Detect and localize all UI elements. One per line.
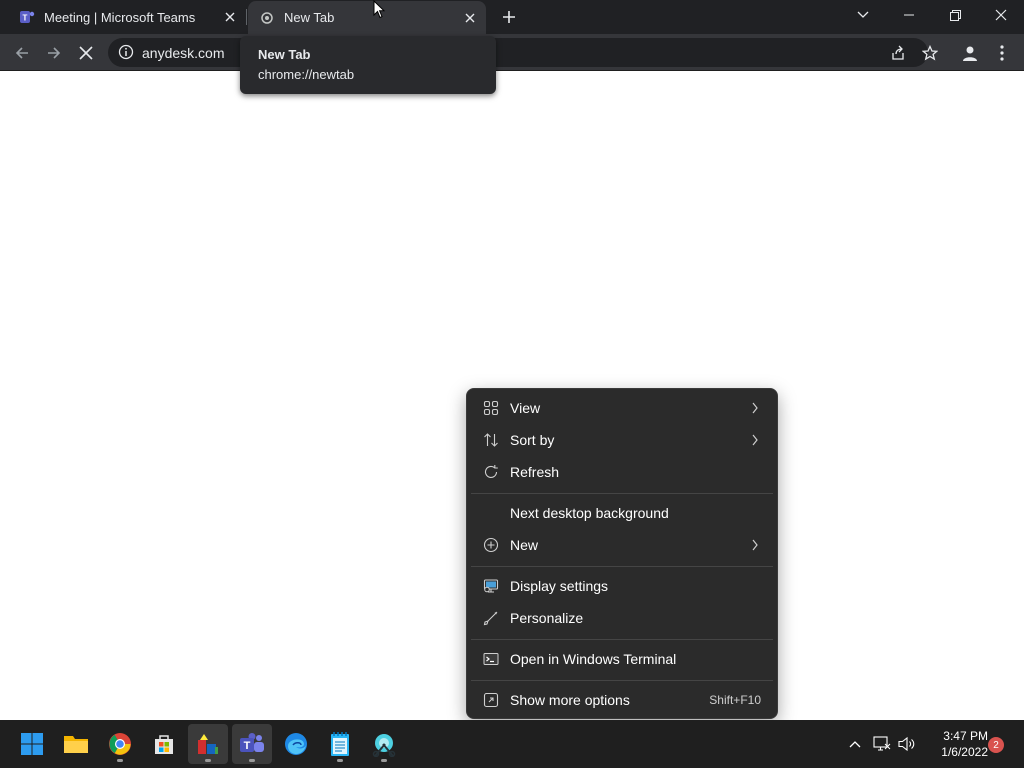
new-icon [482, 536, 500, 554]
menu-item-label: Personalize [510, 610, 584, 626]
notepad-icon [331, 732, 349, 756]
menu-item-label: New [510, 537, 539, 553]
menu-separator [471, 639, 773, 640]
running-indicator [381, 759, 387, 762]
hover-card-title: New Tab [258, 47, 311, 62]
folder-icon [64, 736, 88, 753]
address-bar[interactable]: anydesk.com [108, 38, 928, 67]
menu-item-personalize[interactable]: Personalize [471, 603, 773, 633]
close-tab-icon[interactable] [460, 8, 480, 28]
close-window-button[interactable] [978, 0, 1024, 30]
show-hidden-icons-button[interactable] [843, 732, 867, 756]
network-icon[interactable] [870, 732, 894, 756]
tab-new-tab[interactable]: New Tab [248, 1, 486, 34]
volume-icon[interactable] [895, 732, 919, 756]
address-text: anydesk.com [142, 45, 225, 61]
share-button[interactable] [884, 39, 912, 67]
menu-item-label: Sort by [510, 432, 555, 448]
menu-item-next-desktop-background[interactable]: Next desktop background [471, 498, 773, 528]
minimize-button[interactable] [886, 0, 932, 30]
menu-separator [471, 680, 773, 681]
menu-item-label: Next desktop background [510, 505, 669, 521]
refresh-icon [482, 463, 500, 481]
chrome-logo-icon [109, 733, 131, 755]
menu-item-open-windows-terminal[interactable]: Open in Windows Terminal [471, 644, 773, 674]
mouse-cursor-icon [373, 0, 386, 24]
brush-icon [482, 609, 500, 627]
tab-strip: T Meeting | Microsoft Teams New Tab [0, 0, 1024, 34]
tab-title: Meeting | Microsoft Teams [44, 9, 196, 25]
clock-time: 3:47 PM [943, 729, 988, 743]
snipping-tool-icon [372, 734, 396, 757]
menu-item-view[interactable]: View [471, 393, 773, 423]
tab-teams-meeting[interactable]: T Meeting | Microsoft Teams [8, 0, 246, 34]
close-tab-icon[interactable] [220, 7, 240, 27]
grid-icon [482, 399, 500, 417]
menu-item-refresh[interactable]: Refresh [471, 457, 773, 487]
running-indicator [205, 759, 211, 762]
running-indicator [249, 759, 255, 762]
start-button[interactable] [12, 724, 52, 764]
app-5-icon [198, 734, 218, 754]
edge-taskbar-button[interactable] [276, 724, 316, 764]
menu-item-display-settings[interactable]: Display settings [471, 571, 773, 601]
edge-logo-icon [285, 733, 307, 755]
new-tab-button[interactable] [497, 5, 521, 29]
menu-item-label: Open in Windows Terminal [510, 651, 677, 667]
taskbar-app-5-button[interactable] [188, 724, 228, 764]
more-options-icon [482, 691, 500, 709]
menu-item-label: Show more options [510, 692, 630, 708]
menu-item-label: Refresh [510, 464, 560, 480]
keyboard-shortcut: Shift+F10 [709, 693, 761, 707]
menu-kebab-button[interactable] [988, 39, 1016, 67]
clock-date: 1/6/2022 [941, 745, 988, 759]
teams-taskbar-button[interactable]: T [232, 724, 272, 764]
running-indicator [117, 759, 123, 762]
file-explorer-button[interactable] [56, 724, 96, 764]
chevron-right-icon [751, 433, 759, 450]
menu-separator [471, 566, 773, 567]
menu-item-sort-by[interactable]: Sort by [471, 425, 773, 455]
teams-logo-icon: T [240, 733, 264, 752]
chevron-right-icon [751, 538, 759, 555]
svg-text:T: T [23, 14, 28, 23]
menu-item-label: Display settings [510, 578, 609, 594]
profile-button[interactable] [956, 39, 984, 67]
menu-item-label: View [510, 400, 541, 416]
tab-divider [246, 9, 247, 25]
notepad-taskbar-button[interactable] [320, 724, 360, 764]
snip-taskbar-button[interactable] [364, 724, 404, 764]
microsoft-store-button[interactable] [144, 724, 184, 764]
display-icon [482, 577, 500, 595]
clock[interactable]: 3:47 PM 1/6/2022 [924, 728, 988, 760]
forward-button[interactable] [40, 39, 68, 67]
menu-item-new[interactable]: New [471, 530, 773, 560]
browser-toolbar: anydesk.com [0, 34, 1024, 71]
hover-card-url: chrome://newtab [258, 67, 355, 82]
menu-separator [471, 493, 773, 494]
stop-loading-button[interactable] [72, 39, 100, 67]
chevron-right-icon [751, 401, 759, 418]
bookmark-star-button[interactable] [916, 39, 944, 67]
menu-item-show-more-options[interactable]: Show more options Shift+F10 [471, 685, 773, 715]
running-indicator [337, 759, 343, 762]
chrome-taskbar-button[interactable] [100, 724, 140, 764]
site-info-icon[interactable] [118, 44, 134, 65]
sort-icon [482, 431, 500, 449]
tab-search-button[interactable] [840, 0, 886, 30]
tab-hover-card: New Tab chrome://newtab [240, 36, 496, 94]
windows-logo-icon [21, 733, 43, 755]
desktop-context-menu: View Sort by Refresh Next desktop backgr… [466, 388, 778, 719]
taskbar: T 3:47 PM 1/6/2022 [0, 720, 1024, 768]
terminal-icon [482, 650, 500, 668]
svg-text:T: T [244, 740, 251, 752]
back-button[interactable] [8, 39, 36, 67]
notification-badge[interactable]: 2 [988, 737, 1004, 753]
restore-button[interactable] [932, 0, 978, 30]
store-icon [155, 735, 173, 754]
chrome-icon [258, 9, 276, 27]
tab-title: New Tab [284, 10, 335, 25]
teams-icon: T [18, 8, 36, 26]
